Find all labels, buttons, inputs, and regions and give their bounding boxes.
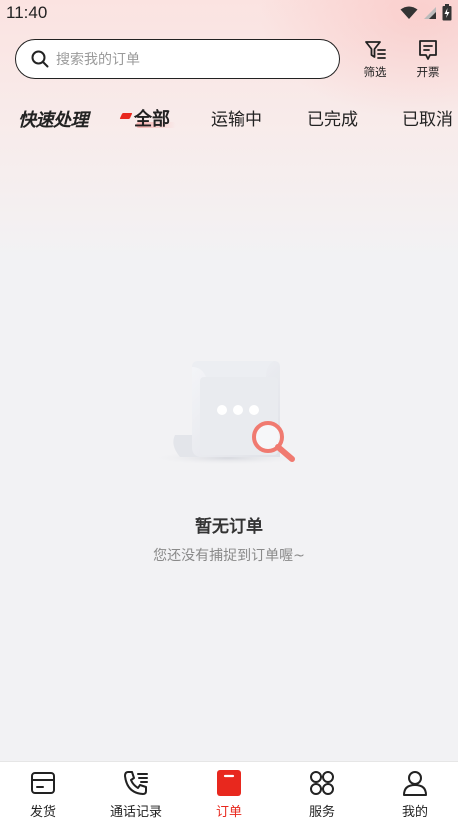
- status-icons: [400, 4, 452, 21]
- empty-orders-illustration: [140, 355, 320, 475]
- nav-label-ship: 发货: [29, 805, 56, 820]
- tab-in-transit[interactable]: 运输中: [211, 105, 262, 130]
- search-row: 搜索我的订单 筛选 开票: [15, 38, 445, 82]
- wifi-icon: [400, 6, 418, 19]
- user-icon: [403, 770, 427, 796]
- nav-item-mine[interactable]: 我的: [369, 768, 458, 820]
- tab-all[interactable]: 全部: [134, 105, 170, 131]
- nav-label-services: 服务: [308, 805, 335, 820]
- nav-label-mine: 我的: [401, 805, 428, 820]
- phone-icon: [124, 770, 148, 795]
- signal-icon: [424, 6, 436, 19]
- nav-item-orders[interactable]: 订单: [183, 768, 275, 820]
- invoice-label: 开票: [416, 65, 440, 79]
- nav-item-services[interactable]: 服务: [276, 768, 368, 820]
- status-bar: 11:40: [0, 0, 458, 26]
- invoice-icon: [419, 40, 437, 60]
- box-icon: [31, 771, 55, 794]
- search-placeholder: 搜索我的订单: [56, 52, 140, 68]
- nav-item-call-log[interactable]: 通话记录: [90, 768, 182, 820]
- filter-label: 筛选: [363, 65, 387, 79]
- tab-cancelled[interactable]: 已取消: [402, 105, 453, 130]
- filter-button[interactable]: 筛选: [355, 38, 395, 82]
- grid-icon: [310, 770, 334, 795]
- invoice-button[interactable]: 开票: [408, 38, 448, 82]
- empty-state-subtitle: 您还没有捕捉到订单喔~: [153, 548, 305, 564]
- nav-item-ship[interactable]: 发货: [0, 768, 89, 820]
- active-tab-marker: [119, 113, 133, 119]
- tab-completed[interactable]: 已完成: [307, 105, 358, 130]
- order-tabs: 快速处理 全部 运输中 已完成 已取消: [0, 96, 458, 136]
- search-icon: [31, 50, 49, 68]
- quick-handle-brand: 快速处理: [18, 110, 89, 131]
- order-icon: [217, 769, 241, 796]
- search-input[interactable]: 搜索我的订单: [15, 39, 340, 79]
- status-time: 11:40: [6, 3, 48, 22]
- bottom-navigation: 发货 通话记录 订单 服务 我的: [0, 761, 458, 820]
- nav-label-call-log: 通话记录: [109, 805, 162, 820]
- nav-label-orders: 订单: [215, 805, 242, 820]
- filter-icon: [365, 41, 386, 59]
- empty-state-title: 暂无订单: [195, 517, 263, 537]
- battery-icon: [442, 4, 452, 21]
